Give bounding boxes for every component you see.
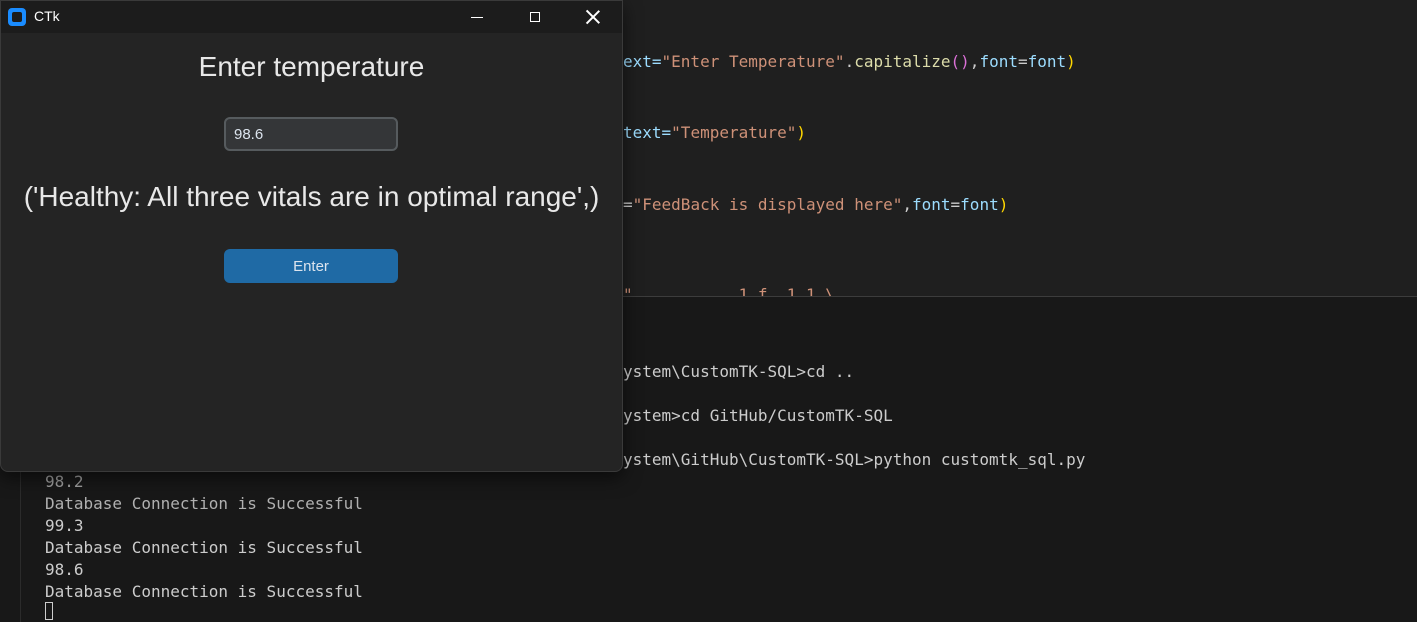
code-token: "FeedBack is displayed here" bbox=[632, 195, 903, 214]
window-title: CTk bbox=[34, 8, 60, 24]
terminal-line: 99.3 bbox=[45, 516, 84, 535]
app-icon bbox=[8, 8, 26, 26]
code-token: capitalize bbox=[854, 52, 951, 71]
code-token: = bbox=[1017, 52, 1028, 71]
code-token: font bbox=[960, 195, 999, 214]
terminal-line: Database Connection is Successful bbox=[45, 494, 363, 513]
terminal-line: ystem\GitHub\CustomTK-SQL>python customt… bbox=[623, 450, 1086, 469]
terminal-line: Database Connection is Successful bbox=[45, 538, 363, 557]
code-line-partial: " _ 1 f 1_1 \ bbox=[623, 285, 835, 296]
code-token: () bbox=[950, 52, 970, 71]
enter-button-label: Enter bbox=[293, 257, 329, 275]
terminal-line: ystem\CustomTK-SQL>cd .. bbox=[623, 362, 855, 381]
code-token: font bbox=[1027, 52, 1067, 71]
terminal-line: 98.2 bbox=[45, 472, 84, 491]
code-token: ) bbox=[796, 123, 807, 142]
code-token: "Enter Temperature" bbox=[661, 52, 845, 71]
code-line: ext="Enter Temperature".capitalize(),fon… bbox=[623, 52, 1076, 71]
enter-button[interactable]: Enter bbox=[224, 249, 398, 283]
code-token: font bbox=[912, 195, 951, 214]
code-token: ext= bbox=[623, 52, 662, 71]
code-line: ="FeedBack is displayed here",font=font) bbox=[623, 195, 1008, 214]
code-line: text="Temperature") bbox=[623, 123, 806, 142]
minimize-icon bbox=[471, 16, 483, 18]
code-token: = bbox=[950, 195, 961, 214]
temperature-input[interactable] bbox=[224, 117, 398, 151]
code-token: . bbox=[844, 52, 855, 71]
code-token: text= bbox=[623, 123, 672, 142]
code-token: ) bbox=[998, 195, 1009, 214]
maximize-button[interactable] bbox=[506, 1, 564, 33]
minimize-button[interactable] bbox=[448, 1, 506, 33]
feedback-label: ('Healthy: All three vitals are in optim… bbox=[23, 181, 600, 212]
code-token: , bbox=[969, 52, 980, 71]
title-bar[interactable]: CTk bbox=[1, 1, 622, 33]
ctk-window: CTk Enter temperature ('Healthy: All thr… bbox=[0, 0, 623, 472]
code-token: = bbox=[623, 195, 633, 214]
code-token: "Temperature" bbox=[671, 123, 797, 142]
terminal-cursor bbox=[45, 602, 53, 620]
close-icon bbox=[586, 10, 600, 24]
code-token: font bbox=[979, 52, 1018, 71]
terminal-line: Database Connection is Successful bbox=[45, 582, 363, 601]
terminal-line: 98.6 bbox=[45, 560, 84, 579]
close-button[interactable] bbox=[564, 1, 622, 33]
code-token: ) bbox=[1066, 52, 1076, 71]
terminal-line: ystem>cd GitHub/CustomTK-SQL bbox=[623, 406, 893, 425]
heading-label: Enter temperature bbox=[198, 51, 425, 82]
code-token: " _ 1 f 1_1 \ bbox=[623, 285, 835, 296]
maximize-icon bbox=[530, 12, 540, 22]
code-token: , bbox=[902, 195, 912, 214]
